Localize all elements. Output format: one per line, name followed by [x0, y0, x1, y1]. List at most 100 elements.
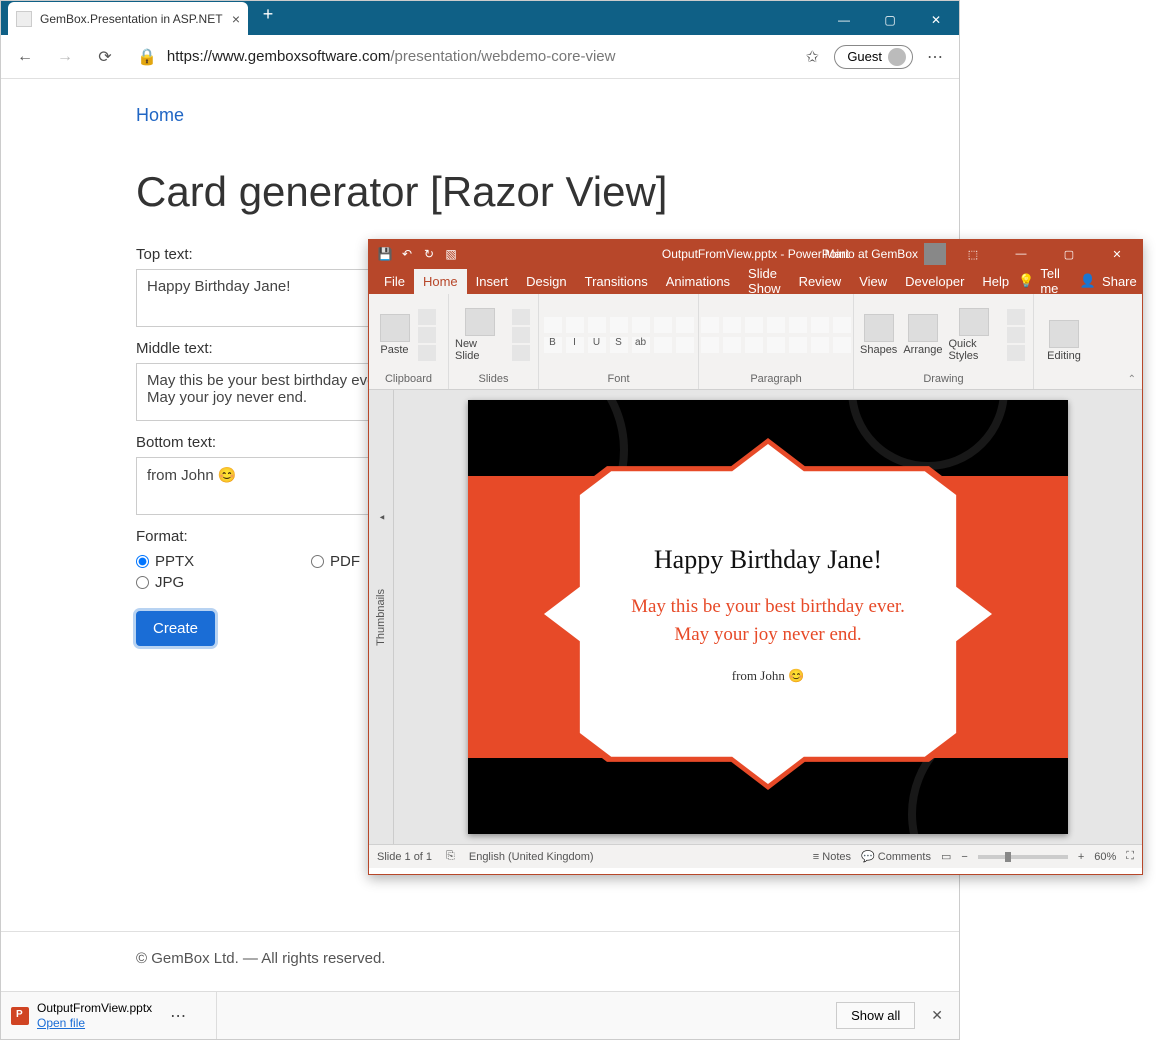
download-filename: OutputFromView.pptx — [37, 1001, 152, 1015]
shape-outline-icon[interactable] — [1007, 327, 1025, 343]
cut-icon[interactable] — [418, 309, 436, 325]
arrange-icon — [908, 314, 938, 342]
italic-icon[interactable]: I — [566, 337, 584, 353]
download-item[interactable]: OutputFromView.pptx Open file ⋯ — [11, 992, 217, 1039]
window-minimize-icon[interactable]: ― — [821, 5, 867, 35]
url-input[interactable]: 🔒 https://www.gemboxsoftware.com/present… — [127, 41, 790, 73]
editing-button[interactable]: Editing — [1047, 320, 1081, 362]
tab-view[interactable]: View — [850, 269, 896, 294]
browser-menu-button[interactable]: ⋯ — [917, 39, 953, 75]
arrange-button[interactable]: Arrange — [903, 314, 942, 356]
tab-design[interactable]: Design — [517, 269, 575, 294]
shapes-button[interactable]: Shapes — [860, 314, 897, 356]
section-icon[interactable] — [512, 345, 530, 361]
new-slide-button[interactable]: New Slide — [455, 308, 504, 362]
tab-tellme[interactable]: Tell me — [1040, 266, 1060, 296]
forward-button: → — [47, 39, 83, 75]
layout-icon[interactable] — [512, 309, 530, 325]
guest-profile-button[interactable]: Guest — [834, 45, 913, 69]
thumbnails-pane[interactable]: Thumbnails▸ — [369, 390, 394, 844]
tab-file[interactable]: File — [375, 269, 414, 294]
start-slideshow-icon[interactable]: ▧ — [441, 244, 461, 264]
window-maximize-icon[interactable]: ▢ — [867, 5, 913, 35]
tab-review[interactable]: Review — [790, 269, 851, 294]
tab-transitions[interactable]: Transitions — [576, 269, 657, 294]
format-pptx-radio[interactable]: PPTX — [136, 553, 311, 570]
group-clipboard-label: Clipboard — [385, 371, 432, 385]
create-button[interactable]: Create — [136, 611, 215, 646]
ppt-status-bar: Slide 1 of 1 ⎘ English (United Kingdom) … — [369, 844, 1142, 868]
tell-me-icon: 💡 — [1018, 273, 1034, 289]
zoom-level[interactable]: 60% — [1094, 851, 1116, 863]
redo-icon[interactable]: ↻ — [419, 244, 439, 264]
card-bottom-text: from John 😊 — [584, 668, 952, 684]
reload-button[interactable]: ⟳ — [87, 39, 123, 75]
notes-button[interactable]: ≡ Notes — [813, 851, 851, 863]
view-normal-icon[interactable]: ▭ — [941, 850, 951, 863]
numbering-icon[interactable] — [723, 317, 741, 333]
show-all-downloads-button[interactable]: Show all — [836, 1002, 915, 1029]
tab-share[interactable]: Share — [1102, 274, 1137, 289]
paste-button[interactable]: Paste — [380, 314, 410, 356]
justify-icon[interactable] — [767, 337, 785, 353]
copy-icon[interactable] — [418, 327, 436, 343]
bullets-icon[interactable] — [701, 317, 719, 333]
quick-styles-button[interactable]: Quick Styles — [948, 308, 999, 362]
collapse-ribbon-icon[interactable]: ⌃ — [1128, 374, 1136, 385]
align-center-icon[interactable] — [723, 337, 741, 353]
address-bar: ← → ⟳ 🔒 https://www.gemboxsoftware.com/p… — [1, 35, 959, 79]
shadow-icon[interactable]: S — [610, 337, 628, 353]
comments-button[interactable]: 💬 Comments — [861, 850, 931, 863]
avatar-icon — [888, 48, 906, 66]
lock-icon: 🔒 — [137, 47, 157, 67]
browser-tab[interactable]: GemBox.Presentation in ASP.NET × — [8, 2, 248, 35]
ppt-ribbon-options-icon[interactable]: ⬚ — [952, 240, 994, 268]
back-button[interactable]: ← — [7, 39, 43, 75]
slide-canvas[interactable]: Happy Birthday Jane! May this be your be… — [394, 390, 1142, 844]
ppt-avatar-icon — [924, 243, 946, 265]
zoom-slider[interactable] — [978, 855, 1068, 859]
tab-home[interactable]: Home — [414, 269, 467, 294]
window-close-icon[interactable]: ✕ — [913, 5, 959, 35]
tab-animations[interactable]: Animations — [657, 269, 739, 294]
tab-developer[interactable]: Developer — [896, 269, 973, 294]
download-more-icon[interactable]: ⋯ — [170, 1006, 186, 1026]
tab-help[interactable]: Help — [973, 269, 1018, 294]
ppt-close-icon[interactable]: ✕ — [1096, 240, 1138, 268]
format-painter-icon[interactable] — [418, 345, 436, 361]
download-open-link[interactable]: Open file — [37, 1016, 85, 1030]
bold-icon[interactable]: B — [544, 337, 562, 353]
download-bar: OutputFromView.pptx Open file ⋯ Show all… — [1, 991, 959, 1039]
format-jpg-radio[interactable]: JPG — [136, 574, 311, 591]
tab-insert[interactable]: Insert — [467, 269, 518, 294]
save-icon[interactable]: 💾 — [375, 244, 395, 264]
strike-icon[interactable]: ab — [632, 337, 650, 353]
download-bar-close-icon[interactable]: ✕ — [925, 1001, 949, 1030]
nav-home-link[interactable]: Home — [136, 99, 184, 132]
font-name-icon[interactable] — [544, 317, 562, 333]
zoom-in-icon[interactable]: + — [1078, 851, 1084, 863]
reset-icon[interactable] — [512, 327, 530, 343]
group-paragraph-label: Paragraph — [750, 371, 801, 385]
spellcheck-icon[interactable]: ⎘ — [446, 850, 455, 863]
new-tab-button[interactable]: + — [254, 4, 282, 32]
ppt-minimize-icon[interactable]: ― — [1000, 240, 1042, 268]
decorative-swirl — [848, 400, 1008, 470]
shape-effects-icon[interactable] — [1007, 345, 1025, 361]
fit-window-icon[interactable]: ⛶ — [1126, 850, 1134, 863]
shape-fill-icon[interactable] — [1007, 309, 1025, 325]
new-slide-icon — [465, 308, 495, 336]
favorite-button[interactable]: ✩ — [794, 39, 830, 75]
card-middle-text: May this be your best birthday ever.May … — [584, 593, 952, 650]
page-title: Card generator [Razor View] — [136, 168, 824, 216]
language-label[interactable]: English (United Kingdom) — [469, 851, 594, 863]
tab-close-icon[interactable]: × — [232, 11, 240, 27]
group-font-label: Font — [607, 371, 629, 385]
align-left-icon[interactable] — [701, 337, 719, 353]
underline-icon[interactable]: U — [588, 337, 606, 353]
quick-styles-icon — [959, 308, 989, 336]
align-right-icon[interactable] — [745, 337, 763, 353]
ppt-maximize-icon[interactable]: ▢ — [1048, 240, 1090, 268]
undo-icon[interactable]: ↶ — [397, 244, 417, 264]
zoom-out-icon[interactable]: − — [961, 851, 967, 863]
